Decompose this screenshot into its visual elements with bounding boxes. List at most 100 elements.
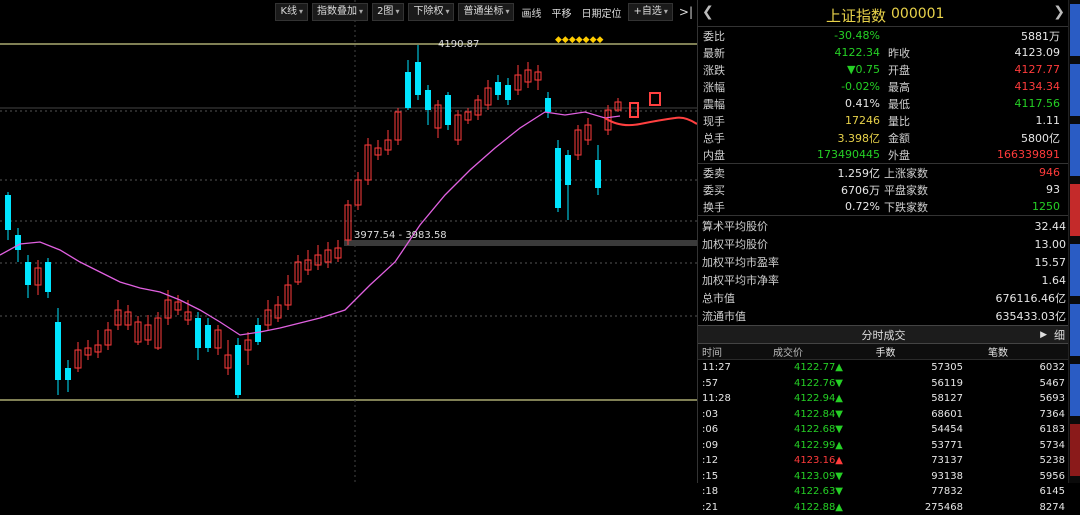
add-watchlist-button[interactable]: +自选▾	[628, 3, 672, 21]
tick-price: 4122.63▼	[748, 486, 843, 497]
tick-time: :06	[698, 424, 748, 435]
toolbar-tool-2[interactable]: 日期定位	[578, 4, 624, 21]
chevron-down-icon: ▾	[359, 7, 363, 16]
toolbar-dropdown-label: K线	[280, 6, 297, 17]
quote-label: 委买	[698, 182, 737, 198]
tick-volume: 275468	[843, 502, 963, 513]
quote-row: 震幅0.41%最低4117.56	[698, 95, 1069, 112]
candle-body	[55, 322, 61, 380]
play-triangle-icon[interactable]: ▶	[1040, 330, 1047, 340]
candle-body	[555, 148, 561, 208]
quote-row: 涨跌▼0.75开盘4127.77	[698, 61, 1069, 78]
side-tab-4[interactable]	[1070, 244, 1080, 296]
toolbar-dropdown-1[interactable]: 指数叠加▾	[312, 3, 368, 21]
quote-value: 17246	[737, 114, 880, 127]
range-label: 3977.54 - 3983.58	[354, 230, 447, 241]
tick-time: :09	[698, 440, 748, 451]
candle-body	[495, 82, 501, 95]
candle-body	[205, 325, 211, 348]
tick-row[interactable]: :064122.68▼544546183	[698, 422, 1069, 438]
quote-row: 委买6706万平盘家数93	[698, 181, 1069, 198]
prev-arrow-icon[interactable]: ❮	[702, 4, 714, 20]
side-tab-1[interactable]	[1070, 64, 1080, 116]
kline-chart[interactable]: 4190.873977.54 - 3983.58◆◆◆◆◆◆◆	[0, 0, 697, 483]
candle-body	[45, 262, 51, 292]
toolbar-dropdown-4[interactable]: 普通坐标▾	[458, 3, 514, 21]
tick-table-body[interactable]: 11:274122.77▲573056032:574122.76▼5611954…	[698, 360, 1069, 515]
quote-label: 量比	[880, 113, 934, 129]
quote-label: 委比	[698, 28, 737, 44]
add-watchlist-label: +自选	[633, 6, 661, 17]
tick-row[interactable]: :034122.84▼686017364	[698, 407, 1069, 423]
quote-value: 4127.77	[934, 63, 1060, 76]
market-stat-value: 13.00	[1035, 238, 1067, 251]
quote-value: 1.259亿	[737, 165, 880, 181]
candle-body	[15, 235, 21, 250]
toolbar-dropdown-label: 下除权	[413, 6, 443, 17]
market-stat-row: 加权平均股价13.00	[698, 235, 1069, 253]
chevron-down-icon: ▾	[445, 7, 449, 16]
tick-row[interactable]: 11:284122.94▲581275693	[698, 391, 1069, 407]
candle-body	[415, 62, 421, 95]
quote-value: 946	[944, 166, 1060, 179]
tick-row[interactable]: :124123.16▲731375238	[698, 453, 1069, 469]
moving-average-line	[0, 112, 620, 335]
market-stat-label: 算术平均股价	[702, 218, 768, 234]
candle-body	[255, 325, 261, 342]
tick-panel-header[interactable]: 分时成交 ▶ 细	[698, 325, 1069, 344]
toolbar-tool-0[interactable]: 画线	[518, 4, 544, 21]
side-tab-7[interactable]	[1070, 424, 1080, 476]
quote-value: -0.02%	[737, 80, 880, 93]
quote-label: 涨跌	[698, 62, 737, 78]
chevron-down-icon: ▾	[395, 7, 399, 16]
tick-row[interactable]: :154123.09▼931385956	[698, 469, 1069, 485]
quote-rows: 委比-30.48%5881万最新4122.34昨收4123.09涨跌▼0.75开…	[698, 27, 1069, 163]
quote-label: 金额	[880, 130, 934, 146]
side-tab-5[interactable]	[1070, 304, 1080, 356]
tick-row[interactable]: :184122.63▼778326145	[698, 484, 1069, 500]
tick-count: 5238	[963, 455, 1065, 466]
tick-price: 4122.99▲	[748, 440, 843, 451]
tick-row[interactable]: :574122.76▼561195467	[698, 376, 1069, 392]
quote-label: 换手	[698, 199, 737, 215]
toolbar-dropdown-label: 2图	[377, 6, 393, 17]
side-tab-2[interactable]	[1070, 124, 1080, 176]
tick-price: 4122.94▲	[748, 393, 843, 404]
next-arrow-icon[interactable]: ❯	[1053, 4, 1065, 20]
quote-rows-market: 委卖1.259亿上涨家数946委买6706万平盘家数93换手0.72%下跌家数1…	[698, 163, 1069, 215]
tick-row[interactable]: :094122.99▲537715734	[698, 438, 1069, 454]
kline-chart-area[interactable]: 4190.873977.54 - 3983.58◆◆◆◆◆◆◆ K线▾指数叠加▾…	[0, 0, 697, 483]
market-stat-value: 635433.03亿	[996, 308, 1067, 324]
tick-volume: 73137	[843, 455, 963, 466]
toolbar-tool-1[interactable]: 平移	[548, 4, 574, 21]
market-stat-label: 加权平均市盈率	[702, 254, 779, 270]
quote-value: 3.398亿	[737, 130, 880, 146]
tick-volume: 68601	[843, 409, 963, 420]
detail-toggle[interactable]: 细	[1054, 327, 1065, 343]
quote-title-bar: ❮ 上证指数 000001 ❯	[698, 0, 1069, 27]
tick-price: 4122.76▼	[748, 378, 843, 389]
tick-time: 11:28	[698, 393, 748, 404]
tick-row[interactable]: 11:274122.77▲573056032	[698, 360, 1069, 376]
side-tab-6[interactable]	[1070, 364, 1080, 416]
toolbar-dropdown-label: 普通坐标	[463, 6, 503, 17]
candle-body	[65, 368, 71, 380]
quote-value: 0.72%	[737, 200, 880, 213]
collapse-panel-icon[interactable]: >|	[677, 5, 695, 19]
toolbar-dropdown-3[interactable]: 下除权▾	[408, 3, 454, 21]
quote-value: 93	[944, 183, 1060, 196]
chevron-down-icon: ▾	[664, 7, 668, 16]
market-stat-row: 加权平均市盈率15.57	[698, 253, 1069, 271]
side-tab-0[interactable]	[1070, 4, 1080, 56]
quote-label: 现手	[698, 113, 737, 129]
quote-value: 4134.34	[934, 80, 1060, 93]
toolbar-dropdown-0[interactable]: K线▾	[275, 3, 308, 21]
quote-row: 现手17246量比1.11	[698, 112, 1069, 129]
tick-time: :12	[698, 455, 748, 466]
projection-wave	[605, 118, 697, 126]
toolbar-dropdown-label: 指数叠加	[317, 6, 357, 17]
side-tab-3[interactable]	[1070, 184, 1080, 236]
side-tab-strip[interactable]	[1068, 0, 1080, 483]
toolbar-dropdown-2[interactable]: 2图▾	[372, 3, 404, 21]
tick-row[interactable]: :214122.88▲2754688274	[698, 500, 1069, 515]
